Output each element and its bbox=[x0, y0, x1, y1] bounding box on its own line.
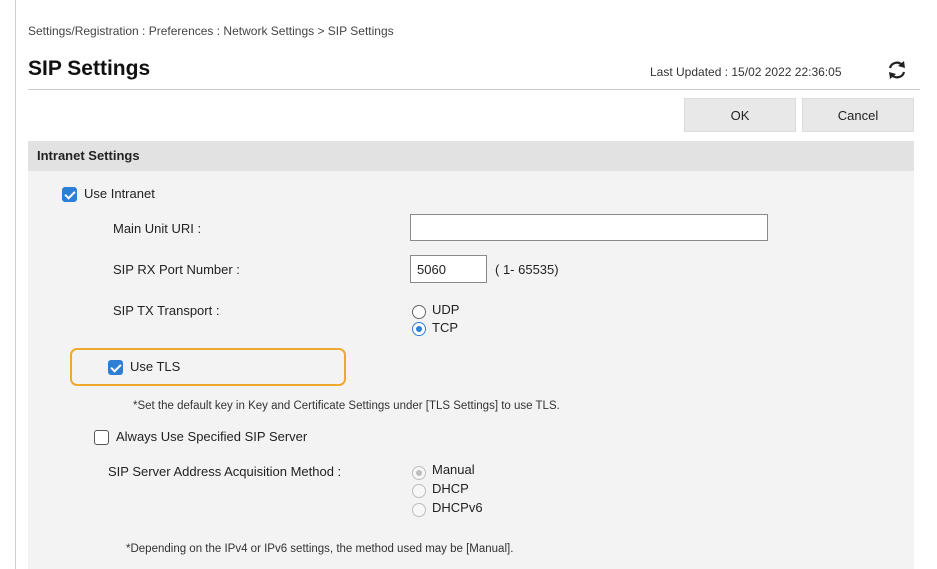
always-use-sip-server-label: Always Use Specified SIP Server bbox=[116, 429, 308, 444]
breadcrumb: Settings/Registration : Preferences : Ne… bbox=[28, 24, 394, 38]
last-updated-text: Last Updated : 15/02 2022 22:36:05 bbox=[650, 65, 842, 79]
always-use-sip-server-checkbox[interactable] bbox=[94, 430, 109, 445]
sip-tx-transport-label: SIP TX Transport : bbox=[113, 303, 220, 318]
title-divider bbox=[28, 89, 920, 90]
dhcpv6-label: DHCPv6 bbox=[432, 500, 483, 515]
page-title: SIP Settings bbox=[28, 57, 151, 80]
main-unit-uri-label: Main Unit URI : bbox=[113, 221, 202, 236]
ok-button[interactable]: OK bbox=[684, 98, 796, 132]
ipv-note: *Depending on the IPv4 or IPv6 settings,… bbox=[126, 543, 514, 555]
main-unit-uri-input[interactable] bbox=[410, 214, 768, 241]
acquisition-method-label: SIP Server Address Acquisition Method : bbox=[108, 464, 342, 479]
tcp-label: TCP bbox=[432, 320, 458, 335]
manual-radio[interactable] bbox=[412, 466, 426, 480]
use-intranet-checkbox[interactable] bbox=[62, 187, 77, 202]
tls-note: *Set the default key in Key and Certific… bbox=[133, 400, 560, 412]
refresh-icon[interactable] bbox=[885, 58, 909, 82]
dhcp-radio[interactable] bbox=[412, 484, 426, 498]
use-tls-label: Use TLS bbox=[130, 359, 181, 374]
udp-label: UDP bbox=[432, 302, 460, 317]
use-tls-checkbox[interactable] bbox=[108, 360, 123, 375]
udp-radio[interactable] bbox=[412, 305, 426, 319]
dhcp-label: DHCP bbox=[432, 481, 469, 496]
sip-rx-port-input[interactable] bbox=[410, 255, 487, 283]
cancel-button[interactable]: Cancel bbox=[802, 98, 914, 132]
section-header: Intranet Settings bbox=[28, 141, 914, 171]
sip-rx-port-label: SIP RX Port Number : bbox=[113, 262, 240, 277]
tcp-radio[interactable] bbox=[412, 322, 426, 336]
use-intranet-label: Use Intranet bbox=[84, 186, 155, 201]
dhcpv6-radio[interactable] bbox=[412, 503, 426, 517]
manual-label: Manual bbox=[432, 462, 475, 477]
port-range-text: ( 1- 65535) bbox=[495, 262, 559, 277]
